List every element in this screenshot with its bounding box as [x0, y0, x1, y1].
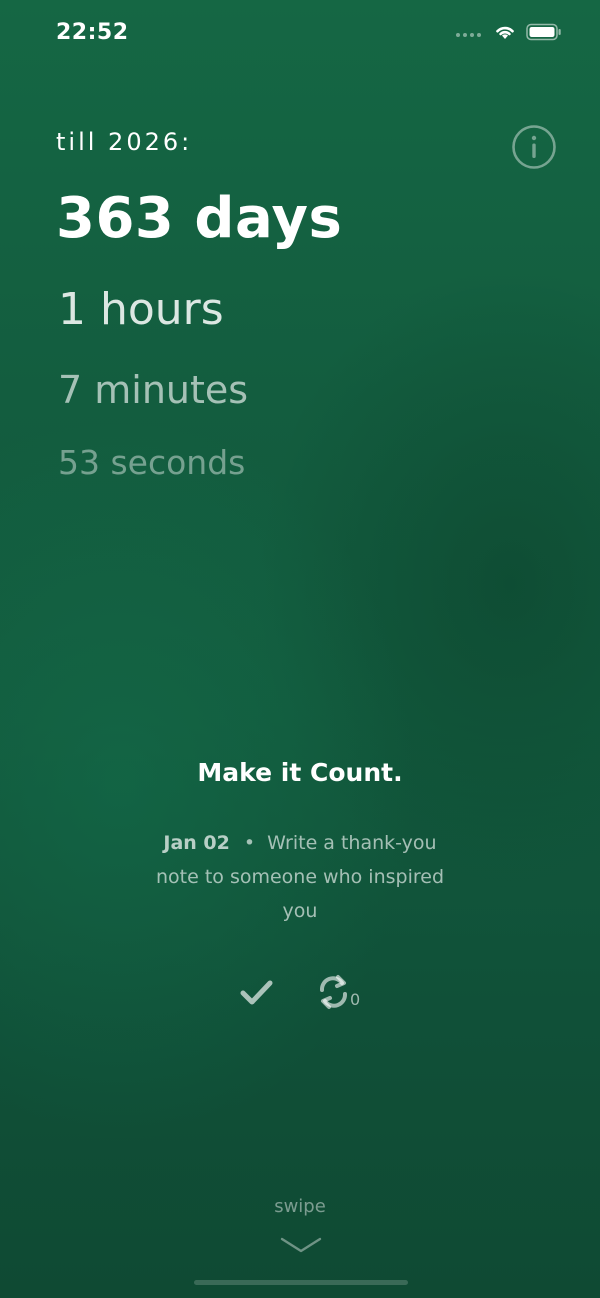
swipe-button[interactable]	[280, 1236, 322, 1254]
chevron-down-icon	[280, 1237, 322, 1253]
wifi-icon	[496, 26, 514, 39]
signal-dots-icon	[456, 22, 484, 41]
countdown-hours: 1 hours	[58, 284, 224, 335]
countdown-days: 363 days	[56, 186, 343, 251]
battery-icon	[526, 23, 561, 40]
prompt-task: Jan 02 • Write a thank-you note to someone…	[140, 826, 460, 928]
complete-button[interactable]	[238, 974, 276, 1012]
refresh-icon	[320, 975, 347, 1009]
countdown-label: till 2026:	[56, 128, 193, 156]
prompt-bullet: •	[243, 832, 256, 854]
info-icon	[512, 125, 556, 169]
prompt-headline: Make it Count.	[197, 758, 403, 787]
status-time: 22:52	[56, 20, 129, 45]
prompt-date: Jan 02	[163, 832, 230, 854]
refresh-button[interactable]	[314, 972, 354, 1012]
info-button[interactable]	[511, 124, 557, 170]
status-indicators	[456, 22, 562, 41]
home-indicator[interactable]	[194, 1280, 408, 1285]
refresh-count: 0	[350, 990, 361, 1009]
countdown-minutes: 7 minutes	[58, 368, 249, 412]
checkmark-icon	[240, 980, 273, 1005]
swipe-label: swipe	[274, 1196, 326, 1217]
countdown-seconds: 53 seconds	[58, 443, 246, 482]
